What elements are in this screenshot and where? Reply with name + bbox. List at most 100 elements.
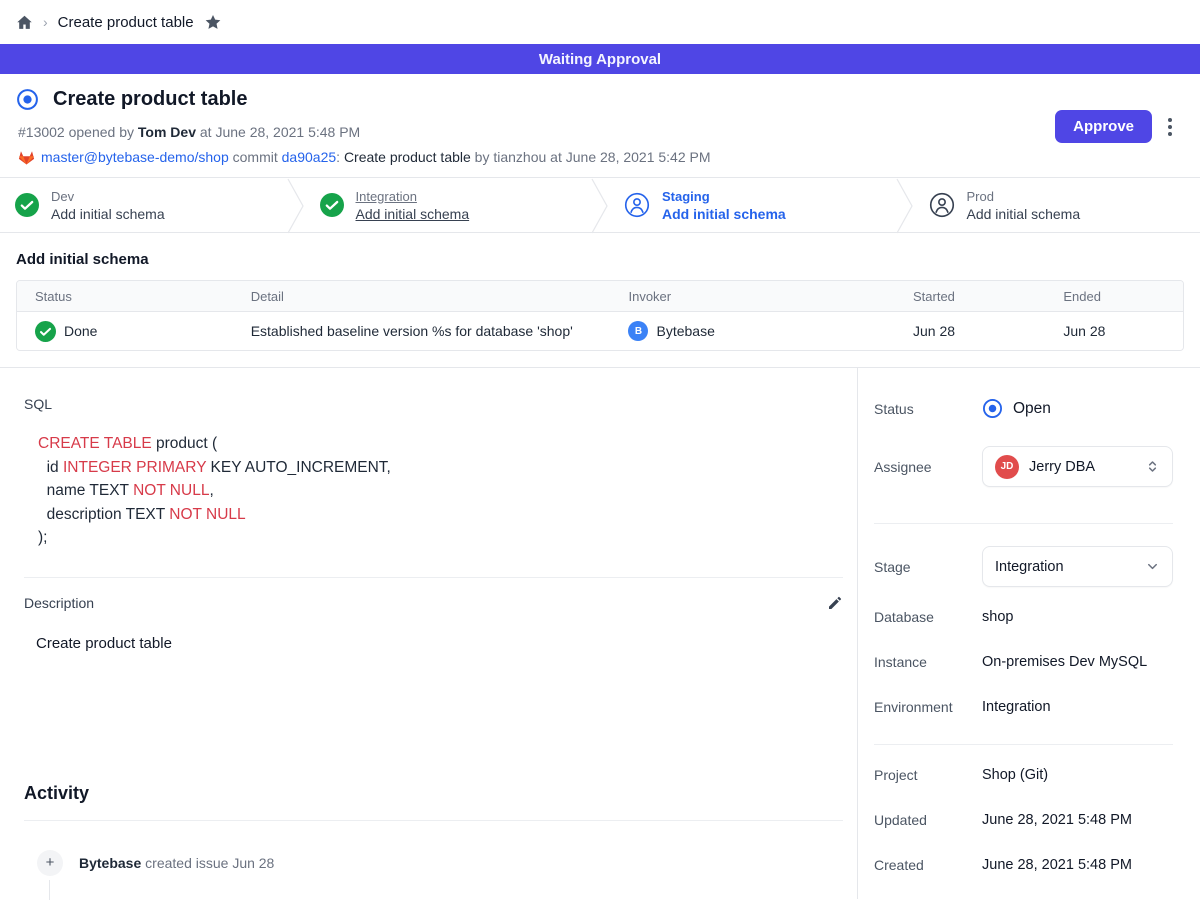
activity-action: created issue Jun 28 <box>141 855 274 871</box>
commit-text: master@bytebase-demo/shop commit da90a25… <box>41 149 711 165</box>
stage-task-label: Add initial schema <box>662 206 786 222</box>
issue-number: #13002 opened by <box>18 124 138 140</box>
activity-heading: Activity <box>24 783 843 804</box>
stage-task-label: Add initial schema <box>967 206 1081 222</box>
table-row[interactable]: Done Established baseline version %s for… <box>17 312 1183 350</box>
stage-dev[interactable]: Dev Add initial schema <box>0 178 287 232</box>
divider <box>874 523 1173 524</box>
stage-env-label: Prod <box>967 189 1081 204</box>
task-heading: Add initial schema <box>16 251 1184 268</box>
open-status-icon <box>982 398 1003 419</box>
home-icon[interactable] <box>16 14 33 31</box>
task-status: Done <box>64 323 97 339</box>
check-circle-icon <box>35 321 56 342</box>
stage-pipeline: Dev Add initial schema Integration Add i… <box>0 177 1200 233</box>
stage-integration[interactable]: Integration Add initial schema <box>305 178 592 232</box>
issue-open-icon <box>16 88 39 111</box>
branch-repo-link[interactable]: master@bytebase-demo/shop <box>41 149 229 165</box>
task-started: Jun 28 <box>895 323 1045 339</box>
divider <box>24 820 843 821</box>
assignee-value: Jerry DBA <box>1029 459 1135 475</box>
approve-button[interactable]: Approve <box>1055 110 1152 143</box>
chevron-down-icon <box>1145 559 1160 574</box>
issue-author: Tom Dev <box>138 124 196 140</box>
issue-meta: #13002 opened by Tom Dev at June 28, 202… <box>18 124 711 140</box>
plus-icon: + <box>37 850 63 876</box>
column-ended: Ended <box>1045 289 1183 304</box>
divider <box>874 744 1173 745</box>
column-invoker: Invoker <box>610 289 895 304</box>
stage-task-label: Add initial schema <box>356 206 470 222</box>
activity-actor: Bytebase <box>79 855 141 871</box>
breadcrumb-chevron-icon: › <box>43 14 48 30</box>
description-text: Create product table <box>36 635 843 652</box>
gitlab-icon <box>18 149 35 165</box>
environment-label: Environment <box>874 699 982 715</box>
favorite-star-icon[interactable] <box>204 13 222 31</box>
breadcrumb: › Create product table <box>0 0 1200 44</box>
page-title: Create product table <box>53 88 247 111</box>
environment-value: Integration <box>982 699 1051 715</box>
stage-env-label: Staging <box>662 189 786 204</box>
commit-message: Create product table <box>344 149 471 165</box>
stage-env-label: Dev <box>51 189 165 204</box>
issue-header: Create product table #13002 opened by To… <box>0 74 1200 177</box>
avatar: JD <box>995 455 1019 479</box>
timeline-line <box>49 880 50 900</box>
breadcrumb-title: Create product table <box>58 14 194 31</box>
instance-value: On-premises Dev MySQL <box>982 654 1147 670</box>
select-chevrons-icon <box>1145 459 1160 474</box>
instance-label: Instance <box>874 654 982 670</box>
column-detail: Detail <box>233 289 611 304</box>
task-detail: Established baseline version %s for data… <box>233 323 611 339</box>
stage-value: Integration <box>995 559 1135 575</box>
description-label: Description <box>24 595 94 611</box>
status-banner-text: Waiting Approval <box>539 51 661 68</box>
commit-line: master@bytebase-demo/shop commit da90a25… <box>18 149 711 165</box>
avatar: B <box>628 321 648 341</box>
commit-author-time: by tianzhou at June 28, 2021 5:42 PM <box>471 149 711 165</box>
stage-separator <box>287 178 305 232</box>
assignee-select[interactable]: JD Jerry DBA <box>982 446 1173 487</box>
stage-task-label: Add initial schema <box>51 206 165 222</box>
stage-env-label: Integration <box>356 189 470 204</box>
more-options-icon[interactable] <box>1164 114 1176 140</box>
project-label: Project <box>874 767 982 783</box>
stage-select[interactable]: Integration <box>982 546 1173 587</box>
person-circle-icon <box>624 192 650 218</box>
stage-separator <box>896 178 914 232</box>
updated-value: June 28, 2021 5:48 PM <box>982 812 1132 828</box>
edit-pencil-icon[interactable] <box>827 595 843 611</box>
sql-label: SQL <box>24 396 843 412</box>
column-started: Started <box>895 289 1045 304</box>
created-label: Created <box>874 857 982 873</box>
person-circle-icon <box>929 192 955 218</box>
table-header-row: Status Detail Invoker Started Ended <box>17 281 1183 312</box>
database-value: shop <box>982 609 1013 625</box>
issue-opened-time: at June 28, 2021 5:48 PM <box>196 124 360 140</box>
check-circle-icon <box>320 193 344 217</box>
status-banner: Waiting Approval <box>0 44 1200 74</box>
divider <box>24 577 843 578</box>
updated-label: Updated <box>874 812 982 828</box>
status-label: Status <box>874 401 982 417</box>
task-section: Add initial schema Status Detail Invoker… <box>0 233 1200 351</box>
issue-body: SQL CREATE TABLE product ( id INTEGER PR… <box>0 368 857 899</box>
created-value: June 28, 2021 5:48 PM <box>982 857 1132 873</box>
issue-sidebar: Status Open Assignee JD Jerry DBA Stage <box>857 368 1200 899</box>
assignee-label: Assignee <box>874 459 982 475</box>
check-circle-icon <box>15 193 39 217</box>
project-value: Shop (Git) <box>982 767 1048 783</box>
stage-prod[interactable]: Prod Add initial schema <box>914 178 1200 232</box>
task-invoker: Bytebase <box>656 323 714 339</box>
commit-hash-link[interactable]: da90a25 <box>282 149 337 165</box>
task-table: Status Detail Invoker Started Ended Done… <box>16 280 1184 351</box>
stage-separator <box>591 178 609 232</box>
stage-label: Stage <box>874 559 982 575</box>
sql-code-block: CREATE TABLE product ( id INTEGER PRIMAR… <box>38 432 843 550</box>
task-ended: Jun 28 <box>1045 323 1183 339</box>
status-value: Open <box>1013 400 1051 418</box>
database-label: Database <box>874 609 982 625</box>
column-status: Status <box>17 289 233 304</box>
stage-staging[interactable]: Staging Add initial schema <box>609 178 896 232</box>
